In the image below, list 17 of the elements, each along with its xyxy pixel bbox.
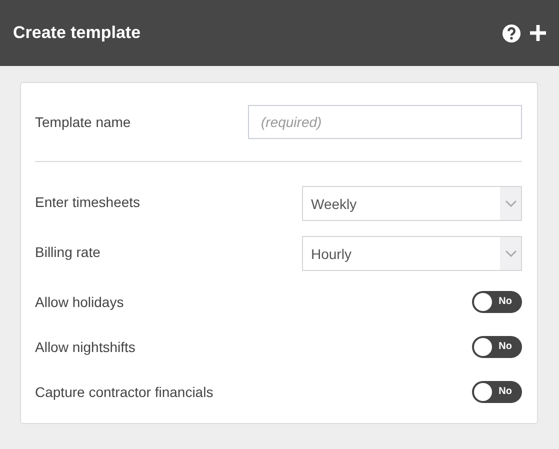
chevron-down-icon xyxy=(504,250,516,257)
add-icon[interactable] xyxy=(529,24,547,42)
dropdown[interactable]: Hourly xyxy=(302,236,522,271)
setting-label: Billing rate xyxy=(35,244,100,260)
toggle-switch[interactable]: No xyxy=(472,380,522,402)
field-label: Template name xyxy=(35,114,131,130)
toggle-switch[interactable]: No xyxy=(472,336,522,358)
chevron-down-icon xyxy=(504,200,516,207)
toggle-switch[interactable]: No xyxy=(472,290,522,312)
input-field[interactable]: (required) xyxy=(248,105,522,139)
setting-label: Capture contractor financials xyxy=(35,384,214,400)
setting-label: Allow holidays xyxy=(35,294,124,310)
help-icon[interactable] xyxy=(502,24,521,42)
setting-label: Enter timesheets xyxy=(35,194,140,210)
window-title: Create template xyxy=(13,23,142,43)
setting-label: Allow nightshifts xyxy=(35,338,136,354)
dropdown[interactable]: Weekly xyxy=(302,186,522,221)
